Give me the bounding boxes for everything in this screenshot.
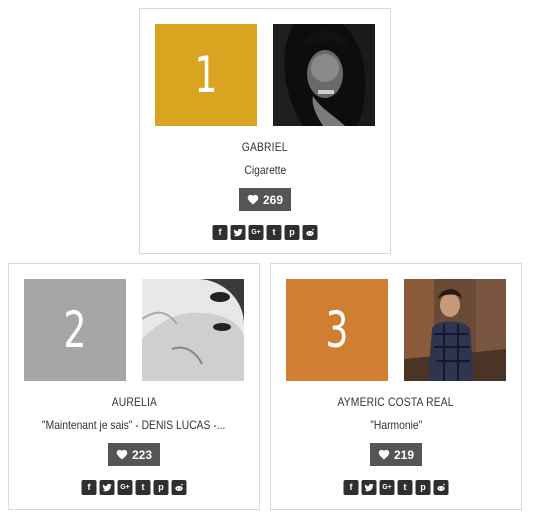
google-plus-icon[interactable]: G+ — [248, 225, 264, 240]
facebook-icon[interactable]: f — [81, 480, 97, 495]
ranking-card-2: 2 AURELIA "Maintenant je sais" - DENIS L… — [8, 263, 260, 510]
likes-button[interactable]: 269 — [238, 188, 292, 211]
rank-badge: 1 — [155, 24, 257, 126]
track-title[interactable]: Cigarette — [148, 163, 382, 177]
facebook-icon[interactable]: f — [343, 480, 359, 495]
pinterest-icon[interactable]: p — [415, 480, 431, 495]
reddit-icon[interactable] — [433, 480, 449, 495]
artist-photo[interactable] — [404, 279, 506, 381]
artist-photo[interactable] — [142, 279, 244, 381]
artist-name[interactable]: GABRIEL — [140, 140, 390, 154]
artist-photo-image — [273, 24, 375, 126]
likes-count: 219 — [393, 447, 415, 462]
tumblr-icon[interactable]: t — [397, 480, 413, 495]
ranking-card-3: 3 AYMERIC COSTA REAL "Harmonie" 219 f G+… — [270, 263, 522, 510]
likes-count: 269 — [262, 192, 284, 207]
share-bar: f G+ t p — [81, 480, 187, 495]
ranking-card-1: 1 GABRIEL Cigarette 269 f G+ t p — [139, 8, 391, 254]
rank-badge: 2 — [24, 279, 126, 381]
artist-name[interactable]: AYMERIC COSTA REAL — [271, 395, 521, 409]
pinterest-icon[interactable]: p — [153, 480, 169, 495]
reddit-icon[interactable] — [171, 480, 187, 495]
artist-photo-image — [142, 279, 244, 381]
track-title[interactable]: "Maintenant je sais" - DENIS LUCAS -... — [17, 418, 251, 432]
artist-name[interactable]: AURELIA — [9, 395, 259, 409]
twitter-icon[interactable] — [230, 225, 246, 240]
share-bar: f G+ t p — [212, 225, 318, 240]
twitter-icon[interactable] — [361, 480, 377, 495]
heart-icon — [378, 449, 390, 460]
likes-button[interactable]: 223 — [107, 443, 161, 466]
artist-photo[interactable] — [273, 24, 375, 126]
pinterest-icon[interactable]: p — [284, 225, 300, 240]
tumblr-icon[interactable]: t — [135, 480, 151, 495]
rank-badge: 3 — [286, 279, 388, 381]
share-bar: f G+ t p — [343, 480, 449, 495]
google-plus-icon[interactable]: G+ — [117, 480, 133, 495]
facebook-icon[interactable]: f — [212, 225, 228, 240]
twitter-icon[interactable] — [99, 480, 115, 495]
track-title[interactable]: "Harmonie" — [279, 418, 513, 432]
reddit-icon[interactable] — [302, 225, 318, 240]
heart-icon — [116, 449, 128, 460]
likes-button[interactable]: 219 — [369, 443, 423, 466]
heart-icon — [247, 194, 259, 205]
likes-count: 223 — [131, 447, 153, 462]
tumblr-icon[interactable]: t — [266, 225, 282, 240]
google-plus-icon[interactable]: G+ — [379, 480, 395, 495]
artist-photo-image — [404, 279, 506, 381]
